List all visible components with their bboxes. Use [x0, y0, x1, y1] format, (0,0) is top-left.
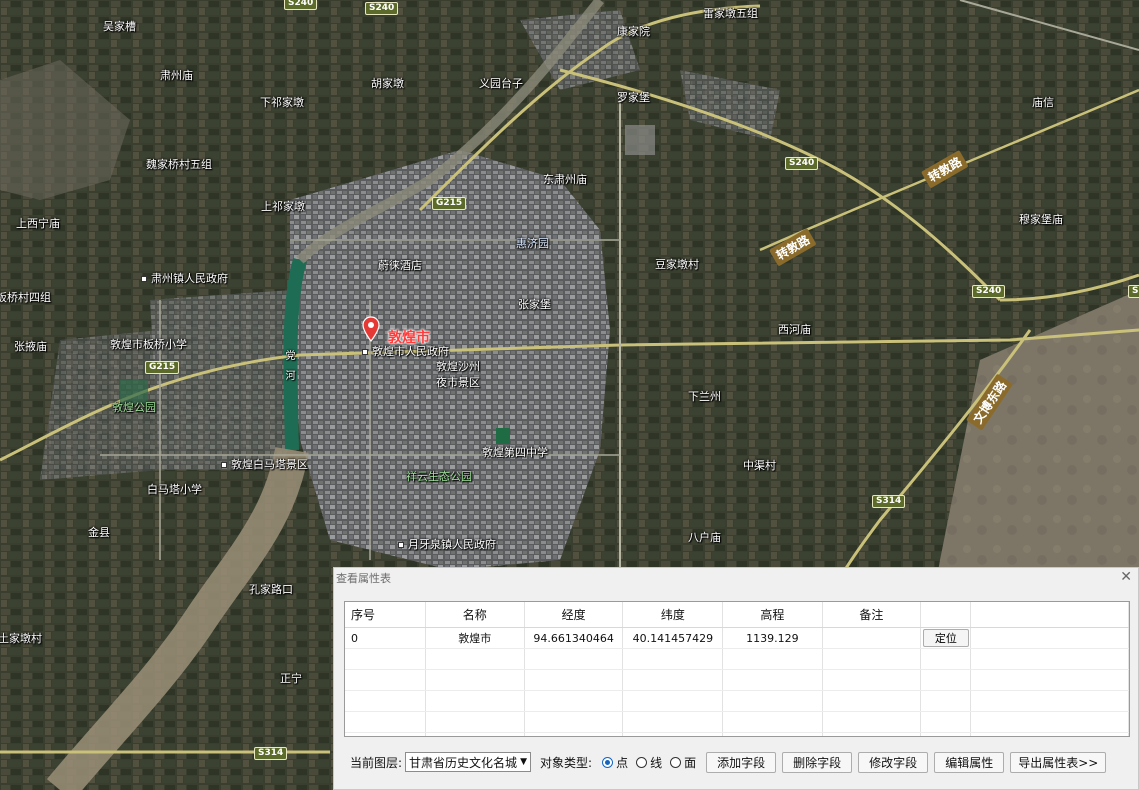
- map-place-label[interactable]: 正宁: [280, 672, 302, 685]
- map-place-label[interactable]: 胡家墩: [371, 77, 404, 90]
- cell-elevation[interactable]: 1139.129: [722, 627, 823, 649]
- map-place-label[interactable]: 雷家墩五组: [703, 7, 758, 20]
- map-place-label[interactable]: 土家墩村: [0, 632, 42, 645]
- map-place-label[interactable]: 魏家桥村五组: [146, 158, 212, 171]
- map-place-label[interactable]: 敦煌市板桥小学: [110, 338, 187, 351]
- map-place-label[interactable]: 下兰州: [688, 390, 721, 403]
- attribute-table-window: 查看属性表 ✕ 序号 名称 经度 纬度 高程 备注 0 敦煌市 94.66134…: [333, 567, 1139, 790]
- cell-latitude[interactable]: 40.141457429: [622, 627, 724, 649]
- layer-select-value: 甘肃省历史文化名城: [409, 755, 518, 770]
- cell-filler: [970, 627, 1129, 649]
- col-header-action: [920, 602, 972, 628]
- map-place-label[interactable]: 张掖庙: [14, 340, 47, 353]
- col-header-elevation[interactable]: 高程: [722, 602, 823, 628]
- road-shield: S240: [284, 0, 318, 10]
- map-place-label[interactable]: 白马塔小学: [147, 483, 202, 496]
- map-place-label[interactable]: 蔚徕酒店: [378, 259, 422, 272]
- export-attributes-button[interactable]: 导出属性表>>: [1010, 751, 1107, 773]
- cell-index[interactable]: 0: [345, 627, 426, 649]
- map-place-label[interactable]: 西河庙: [778, 323, 811, 336]
- cell-note[interactable]: [822, 627, 922, 649]
- radio-unchecked-icon: [670, 756, 682, 768]
- empty-row: [345, 711, 1129, 733]
- map-place-label[interactable]: 上西宁庙: [16, 217, 60, 230]
- type-line-label: 线: [650, 755, 663, 770]
- col-header-longitude[interactable]: 经度: [524, 602, 624, 628]
- delete-field-button[interactable]: 删除字段: [782, 751, 853, 773]
- road-shield: G215: [432, 197, 467, 210]
- map-place-label[interactable]: 穆家堡庙: [1019, 213, 1063, 226]
- close-icon[interactable]: ✕: [1120, 569, 1132, 585]
- col-header-index[interactable]: 序号: [345, 602, 426, 628]
- type-radio-polygon[interactable]: 面: [670, 754, 696, 771]
- locate-button[interactable]: 定位: [922, 629, 969, 647]
- object-type-label: 对象类型:: [540, 755, 593, 770]
- map-place-label[interactable]: 敦煌市人民政府: [362, 345, 449, 358]
- layer-select[interactable]: 甘肃省历史文化名城 ▼: [405, 752, 532, 772]
- type-polygon-label: 面: [684, 755, 697, 770]
- current-layer-label: 当前图层:: [350, 755, 403, 770]
- modify-field-button[interactable]: 修改字段: [858, 751, 929, 773]
- map-place-label[interactable]: 金县: [88, 526, 110, 539]
- map-place-label[interactable]: 夜市景区: [436, 376, 480, 389]
- road-shield: S240: [365, 2, 399, 15]
- road-shield: S314: [254, 747, 288, 760]
- map-place-label[interactable]: 敦煌第四中学: [482, 446, 548, 459]
- road-shield: S240: [785, 157, 819, 170]
- empty-row: [345, 669, 1129, 691]
- map-place-label[interactable]: 东肃州庙: [543, 173, 587, 186]
- road-shield: S314: [1128, 285, 1139, 298]
- road-shield: S240: [972, 285, 1006, 298]
- toolbar: 当前图层: 甘肃省历史文化名城 ▼ 对象类型: 点 线 面 添加字段 删除字段 …: [350, 751, 1107, 773]
- city-label: 敦煌市: [388, 330, 430, 346]
- map-place-label[interactable]: 孔家路口: [249, 583, 293, 596]
- map-place-label[interactable]: 中渠村: [743, 459, 776, 472]
- map-place-label[interactable]: 板桥村四组: [0, 291, 51, 304]
- cell-name[interactable]: 敦煌市: [425, 627, 525, 649]
- empty-row: [345, 690, 1129, 712]
- map-place-label[interactable]: 肃州庙: [160, 69, 193, 82]
- map-place-label[interactable]: 肃州镇人民政府: [141, 272, 228, 285]
- cell-action: 定位: [920, 627, 972, 649]
- map-place-label[interactable]: 下祁家墩: [260, 96, 304, 109]
- col-header-filler: [970, 602, 1129, 628]
- cell-longitude[interactable]: 94.661340464: [524, 627, 624, 649]
- map-place-label[interactable]: 祥云生态公园: [406, 470, 472, 483]
- map-place-label[interactable]: 康家院: [617, 25, 650, 38]
- table-row[interactable]: 0 敦煌市 94.661340464 40.141457429 1139.129…: [345, 627, 1129, 649]
- header-row: 序号 名称 经度 纬度 高程 备注: [345, 602, 1129, 628]
- radio-checked-icon: [602, 756, 614, 768]
- map-place-label[interactable]: 月牙泉镇人民政府: [398, 538, 496, 551]
- type-point-label: 点: [616, 755, 629, 770]
- add-field-button[interactable]: 添加字段: [706, 751, 777, 773]
- col-header-latitude[interactable]: 纬度: [622, 602, 724, 628]
- road-shield: S314: [872, 495, 906, 508]
- chevron-down-icon: ▼: [520, 757, 528, 767]
- map-place-label[interactable]: 义园台子: [479, 77, 523, 90]
- empty-row: [345, 732, 1129, 736]
- map-place-label[interactable]: 敦煌公园: [112, 401, 156, 414]
- map-place-label[interactable]: 庙信: [1032, 96, 1054, 109]
- map-place-label[interactable]: 上祁家墩: [261, 200, 305, 213]
- col-header-note[interactable]: 备注: [822, 602, 922, 628]
- window-title: 查看属性表: [336, 572, 391, 585]
- map-place-label[interactable]: 敦煌沙州: [436, 360, 480, 373]
- map-place-label[interactable]: 敦煌白马塔景区: [221, 458, 308, 471]
- type-radio-point[interactable]: 点: [602, 754, 628, 771]
- map-place-label[interactable]: 吴家槽: [103, 20, 136, 33]
- attribute-grid[interactable]: 序号 名称 经度 纬度 高程 备注 0 敦煌市 94.661340464 40.…: [344, 601, 1130, 737]
- type-radio-line[interactable]: 线: [636, 754, 662, 771]
- river-name: 党河: [283, 350, 294, 390]
- road-shield: G215: [145, 361, 180, 374]
- edit-attributes-button[interactable]: 编辑属性: [934, 751, 1005, 773]
- radio-unchecked-icon: [636, 756, 648, 768]
- col-header-name[interactable]: 名称: [425, 602, 525, 628]
- map-place-label[interactable]: 罗家堡: [617, 91, 650, 104]
- map-place-label[interactable]: 惠济园: [516, 237, 549, 250]
- map-place-label[interactable]: 豆家墩村: [655, 258, 699, 271]
- map-place-label[interactable]: 八户庙: [688, 531, 721, 544]
- map-place-label[interactable]: 张家堡: [518, 298, 551, 311]
- empty-row: [345, 648, 1129, 670]
